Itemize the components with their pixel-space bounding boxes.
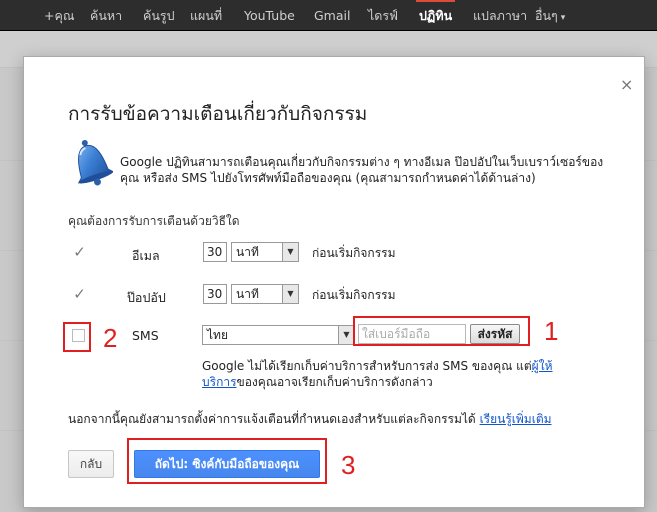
email-unit-select[interactable]: นาที ▼	[231, 242, 299, 262]
nav-maps[interactable]: แผนที่	[190, 0, 222, 31]
dropdown-arrow-icon: ▼	[338, 326, 354, 344]
annotation-box-1	[353, 316, 530, 346]
nav-youtube[interactable]: YouTube	[244, 0, 295, 31]
reminder-method-question: คุณต้องการรับการเตือนด้วยวิธีใด	[68, 214, 240, 228]
annotation-number-1: 1	[544, 316, 559, 346]
dropdown-arrow-icon: ▼	[282, 243, 298, 261]
nav-more-label: อื่นๆ	[535, 8, 558, 23]
dialog-title: การรับข้อความเตือนเกี่ยวกับกิจกรรม	[68, 103, 368, 125]
popup-label: ป๊อปอัป	[127, 290, 166, 305]
nav-search[interactable]: ค้นหา	[90, 0, 122, 31]
sms-label: SMS	[132, 328, 159, 343]
email-label: อีเมล	[132, 248, 160, 263]
popup-unit-value: นาที	[236, 287, 259, 301]
nav-plus-you[interactable]: +คุณ	[44, 0, 74, 31]
sms-country-select[interactable]: ไทย ▼	[202, 325, 355, 345]
dropdown-arrow-icon: ▼	[282, 285, 298, 303]
popup-unit-select[interactable]: นาที ▼	[231, 284, 299, 304]
learn-more-link[interactable]: เรียนรู้เพิ่มเติม	[480, 412, 552, 426]
email-before-event-text: ก่อนเริ่มกิจกรรม	[312, 246, 396, 260]
popup-minutes-input[interactable]: 30	[203, 284, 227, 304]
custom-reminders-note: นอกจากนี้คุณยังสามารถตั้งค่าการแจ้งเตือน…	[68, 410, 552, 429]
nav-gmail[interactable]: Gmail	[314, 0, 350, 31]
sms-notice-text: Google ไม่ได้เรียกเก็บค่าบริการสำหรับการ…	[202, 359, 532, 373]
nav-drive[interactable]: ไดรฟ์	[368, 0, 398, 31]
nav-images[interactable]: ค้นรูป	[143, 0, 175, 31]
sms-country-value: ไทย	[207, 328, 228, 342]
nav-translate[interactable]: แปลภาษา	[473, 0, 527, 31]
popup-before-event-text: ก่อนเริ่มกิจกรรม	[312, 288, 396, 302]
nav-more[interactable]: อื่นๆ ▾	[535, 0, 565, 31]
annotation-box-3	[127, 438, 327, 484]
custom-reminders-text: นอกจากนี้คุณยังสามารถตั้งค่าการแจ้งเตือน…	[68, 412, 476, 426]
nav-calendar[interactable]: ปฏิทิน	[415, 0, 456, 31]
back-button[interactable]: กลับ	[68, 450, 114, 478]
annotation-number-2: 2	[103, 323, 118, 353]
intro-text: Google ปฏิทินสามารถเตือนคุณเกี่ยวกับกิจก…	[120, 155, 604, 185]
chevron-down-icon: ▾	[560, 13, 566, 23]
email-checkbox[interactable]: ✓	[72, 245, 87, 260]
top-navigation-bar: +คุณ ค้นหา ค้นรูป แผนที่ YouTube Gmail ไ…	[0, 0, 657, 31]
reminders-dialog: × การรับข้อความเตือนเกี่ยวกับกิจกรรม Goo…	[23, 56, 645, 508]
email-unit-value: นาที	[236, 245, 259, 259]
popup-checkbox[interactable]: ✓	[72, 287, 87, 302]
sms-notice-text-end: ของคุณอาจเรียกเก็บค่าบริการดังกล่าว	[236, 375, 433, 389]
email-minutes-input[interactable]: 30	[203, 242, 227, 262]
annotation-number-3: 3	[341, 450, 356, 480]
bell-icon	[77, 139, 113, 186]
annotation-box-2	[63, 322, 91, 352]
close-icon[interactable]: ×	[620, 75, 633, 94]
sms-charges-notice: Google ไม่ได้เรียกเก็บค่าบริการสำหรับการ…	[202, 358, 572, 390]
